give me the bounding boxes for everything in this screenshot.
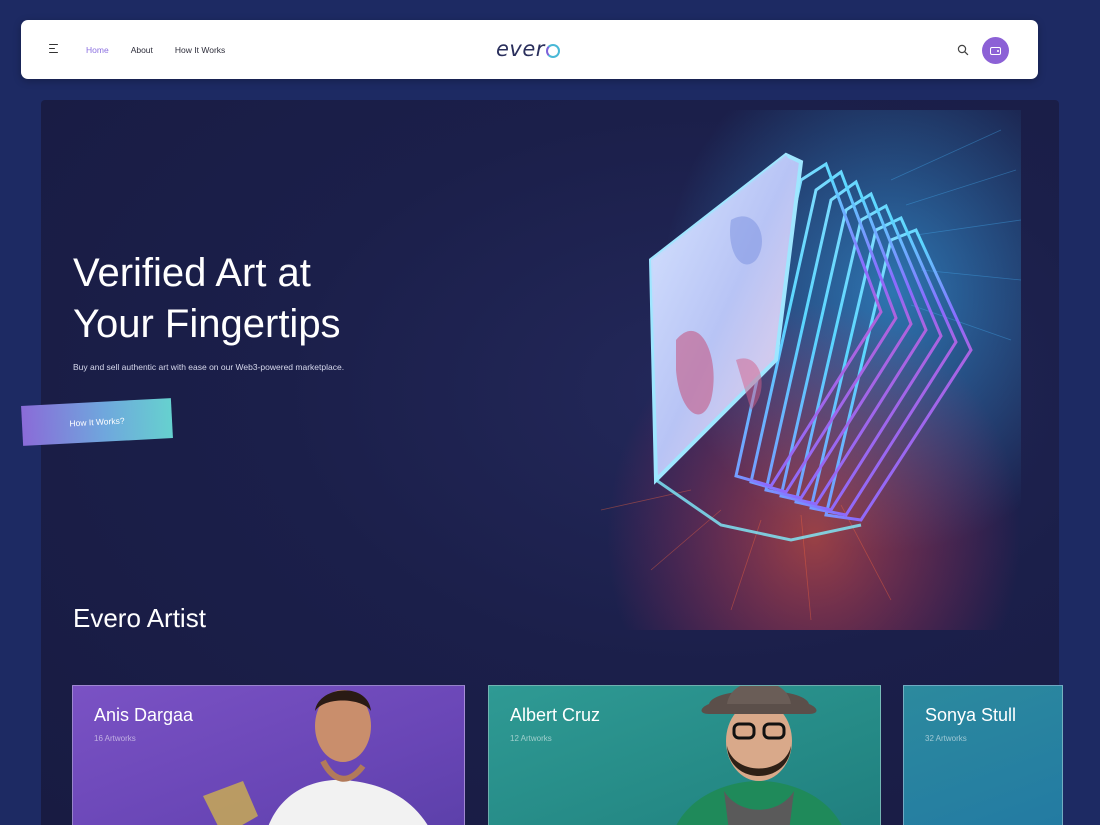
artist-card[interactable]: Albert Cruz 12 Artworks xyxy=(488,685,881,825)
nav-how-it-works-link[interactable]: How It Works xyxy=(175,45,225,55)
logo-text: ever xyxy=(496,37,545,61)
artist-name: Anis Dargaa xyxy=(94,705,194,725)
artist-portrait-image xyxy=(203,690,428,825)
nav-links: Home About How It Works xyxy=(86,20,247,79)
artist-portrait-image xyxy=(676,686,842,825)
search-icon[interactable] xyxy=(957,43,969,56)
artist-name: Sonya Stull xyxy=(925,705,1017,725)
hero-title-line-1: Verified Art at xyxy=(73,251,311,295)
artists-section-title: Evero Artist xyxy=(73,603,206,633)
artist-artwork-count: 32 Artworks xyxy=(925,734,967,743)
artist-artwork-count: 16 Artworks xyxy=(94,734,136,743)
artist-artwork-count: 12 Artworks xyxy=(510,734,552,743)
menu-icon[interactable] xyxy=(49,44,61,55)
artist-card[interactable]: Anis Dargaa 16 Artworks xyxy=(72,685,465,825)
nav-home-link[interactable]: Home xyxy=(86,45,109,55)
logo-o-icon xyxy=(545,43,560,58)
wallet-button[interactable] xyxy=(982,37,1009,64)
wallet-icon xyxy=(990,46,1001,55)
hero-subtitle: Buy and sell authentic art with ease on … xyxy=(73,362,345,372)
artist-card[interactable]: Sonya Stull 32 Artworks xyxy=(903,685,1063,825)
evero-logo[interactable]: ever xyxy=(496,36,560,62)
hero-title: Verified Art at Your Fingertips xyxy=(73,248,453,350)
hero-title-line-2: Your Fingertips xyxy=(73,302,341,346)
nav-about-link[interactable]: About xyxy=(131,45,153,55)
artist-name: Albert Cruz xyxy=(510,705,601,725)
top-navbar: Home About How It Works ever xyxy=(21,20,1038,79)
crystal-art-illustration xyxy=(561,110,1021,630)
how-it-works-button[interactable]: How It Works? xyxy=(21,398,173,446)
